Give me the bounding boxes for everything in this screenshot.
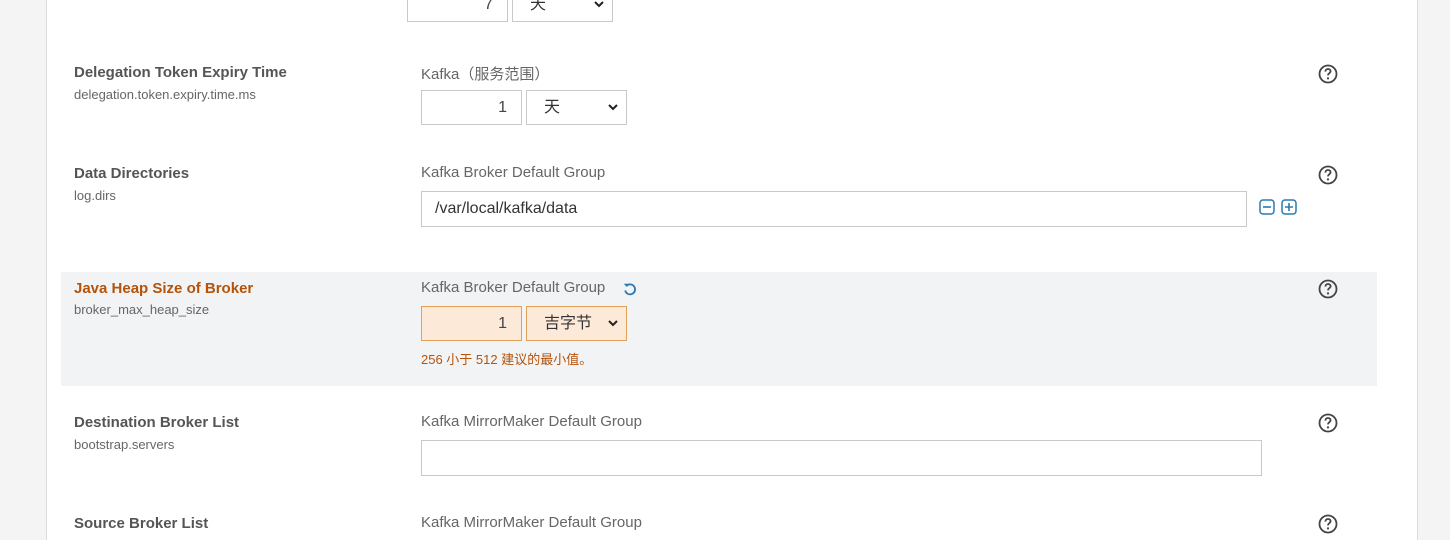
chevron-down-icon <box>608 320 618 327</box>
setting-row-data-directories: Data Directories log.dirs Kafka Broker D… <box>61 159 1377 259</box>
chevron-down-icon <box>594 1 604 8</box>
setting-scope: Kafka Broker Default Group <box>421 164 606 181</box>
setting-key: log.dirs <box>74 188 116 203</box>
config-panel: 7 天 Delegation Token Expiry Time delegat… <box>46 0 1418 540</box>
remove-icon[interactable] <box>1259 199 1275 215</box>
delegation-number-input[interactable]: 1 <box>421 90 522 125</box>
setting-scope: Kafka Broker Default Group <box>421 279 606 296</box>
delegation-unit-select[interactable]: 天 <box>526 90 627 125</box>
setting-name: Source Broker List <box>74 515 209 532</box>
help-icon[interactable] <box>1318 165 1338 185</box>
undo-icon[interactable] <box>622 281 638 297</box>
previous-unit-select[interactable]: 天 <box>512 0 613 22</box>
setting-name: Java Heap Size of Broker <box>74 280 254 297</box>
setting-row-source-broker: Source Broker List Kafka MirrorMaker Def… <box>61 509 1377 540</box>
setting-scope: Kafka MirrorMaker Default Group <box>421 514 642 531</box>
previous-unit-label: 天 <box>530 0 547 13</box>
help-icon[interactable] <box>1318 64 1338 84</box>
setting-key: bootstrap.servers <box>74 437 175 452</box>
help-icon[interactable] <box>1318 413 1338 433</box>
setting-row-delegation-token: Delegation Token Expiry Time delegation.… <box>61 58 1377 158</box>
help-icon[interactable] <box>1318 279 1338 299</box>
destination-broker-input[interactable] <box>421 440 1262 476</box>
help-icon[interactable] <box>1318 514 1338 534</box>
chevron-down-icon <box>608 104 618 111</box>
data-directory-input[interactable]: /var/local/kafka/data <box>421 191 1247 227</box>
setting-row-destination-broker: Destination Broker List bootstrap.server… <box>61 408 1377 508</box>
setting-key: delegation.token.expiry.time.ms <box>74 87 256 102</box>
validation-warning: 256 小于 512 建议的最小值。 <box>421 352 593 367</box>
add-icon[interactable] <box>1281 199 1297 215</box>
setting-row-java-heap: Java Heap Size of Broker broker_max_heap… <box>61 272 1377 386</box>
setting-scope: Kafka MirrorMaker Default Group <box>421 413 642 430</box>
heap-size-number-input[interactable]: 1 <box>421 306 522 341</box>
heap-size-unit-select[interactable]: 吉字节 <box>526 306 627 341</box>
heap-size-unit-label: 吉字节 <box>544 315 593 332</box>
setting-name: Destination Broker List <box>74 414 240 431</box>
previous-number-input[interactable]: 7 <box>407 0 508 22</box>
setting-key: broker_max_heap_size <box>74 302 210 317</box>
delegation-unit-label: 天 <box>544 99 561 116</box>
setting-name: Delegation Token Expiry Time <box>74 64 287 81</box>
setting-scope: Kafka（服务范围） <box>421 66 550 83</box>
setting-name: Data Directories <box>74 165 190 182</box>
